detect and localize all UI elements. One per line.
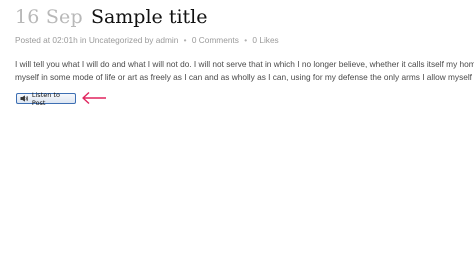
meta-separator: • (183, 35, 187, 45)
likes-link[interactable]: 0 Likes (252, 35, 278, 45)
content-line: myself in some mode of life or art as fr… (15, 72, 474, 82)
by-label: by (144, 35, 154, 45)
post-meta: Posted at 02:01h in Uncategorized by adm… (15, 35, 279, 45)
comments-link[interactable]: 0 Comments (192, 35, 239, 45)
content-line: I will tell you what I will do and what … (15, 59, 474, 69)
post-content: I will tell you what I will do and what … (15, 58, 474, 84)
listen-button-label: Listen to Post (31, 90, 60, 107)
arrow-left-icon (82, 91, 106, 105)
post-header: 16 Sep Sample title (15, 6, 208, 28)
listen-to-post-button[interactable]: Listen to Post (16, 90, 76, 107)
author-link[interactable]: admin (156, 35, 179, 45)
post-date: 16 Sep (15, 6, 83, 28)
post-title[interactable]: Sample title (91, 6, 208, 28)
posted-at-label: Posted at 02:01h in (15, 35, 87, 45)
speaker-icon (20, 95, 29, 102)
category-link[interactable]: Uncategorized (89, 35, 143, 45)
meta-separator: • (244, 35, 248, 45)
